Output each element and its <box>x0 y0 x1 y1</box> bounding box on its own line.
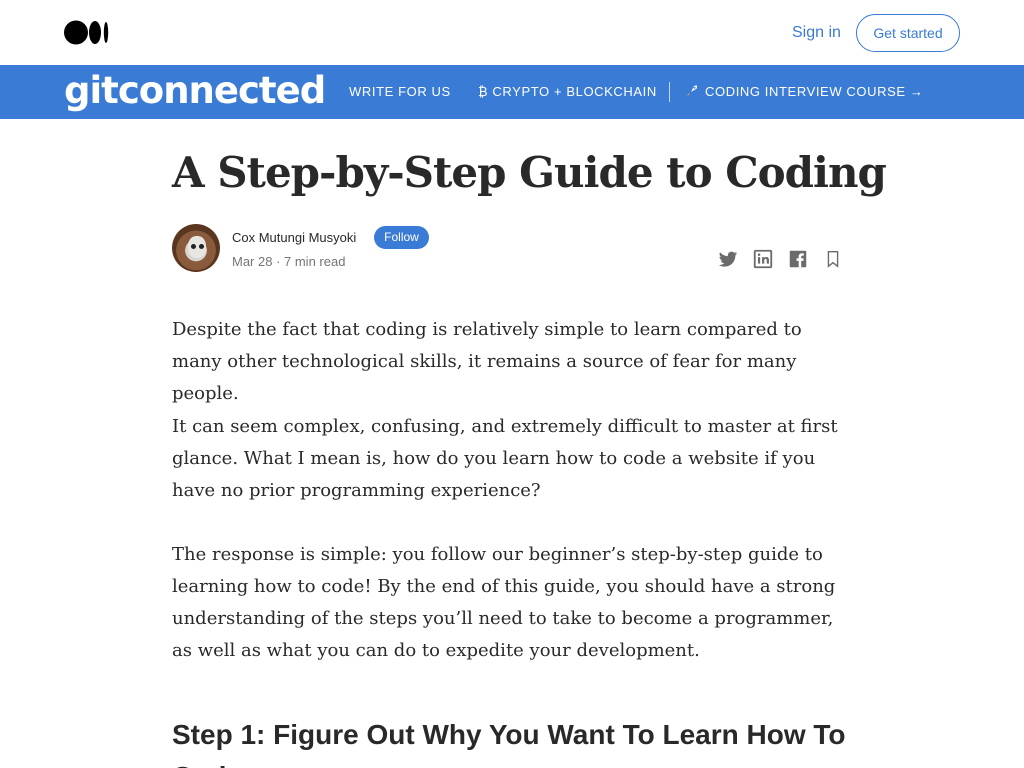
medium-logo-icon[interactable] <box>64 20 110 45</box>
avatar-eye <box>199 244 204 249</box>
section-heading: Step 1: Figure Out Why You Want To Learn… <box>172 719 846 768</box>
follow-button[interactable]: Follow <box>374 226 429 249</box>
avatar-eye <box>191 244 196 249</box>
bookmark-icon[interactable] <box>822 248 844 270</box>
nav-crypto-blockchain[interactable]: ₿ CRYPTO + BLOCKCHAIN <box>478 65 657 119</box>
author-avatar[interactable] <box>172 224 220 272</box>
rocket-icon <box>685 65 699 119</box>
article-title: A Step-by-Step Guide to Coding <box>172 148 887 197</box>
publication-nav-bar: gitconnected WRITE FOR US ₿ CRYPTO + BLO… <box>0 65 1024 119</box>
nav-course-label: CODING INTERVIEW COURSE → <box>705 84 924 99</box>
linkedin-icon[interactable] <box>752 248 774 270</box>
author-name[interactable]: Cox Mutungi Musyoki <box>232 230 356 245</box>
publication-logo[interactable]: gitconnected <box>64 68 326 114</box>
nav-divider <box>669 82 670 102</box>
twitter-icon[interactable] <box>717 248 739 270</box>
facebook-icon[interactable] <box>787 248 809 270</box>
article-paragraph: It can seem complex, confusing, and extr… <box>172 416 838 501</box>
article-paragraph: The response is simple: you follow our b… <box>172 544 836 661</box>
sign-in-link[interactable]: Sign in <box>792 24 841 42</box>
nav-coding-interview-course[interactable]: CODING INTERVIEW COURSE → <box>685 65 923 119</box>
get-started-button[interactable]: Get started <box>856 14 960 52</box>
article-paragraph: Despite the fact that coding is relative… <box>172 319 802 404</box>
nav-write-for-us[interactable]: WRITE FOR US <box>349 65 451 119</box>
article-meta: Mar 28 · 7 min read <box>232 254 346 269</box>
top-bar: Sign in Get started <box>0 0 1024 65</box>
